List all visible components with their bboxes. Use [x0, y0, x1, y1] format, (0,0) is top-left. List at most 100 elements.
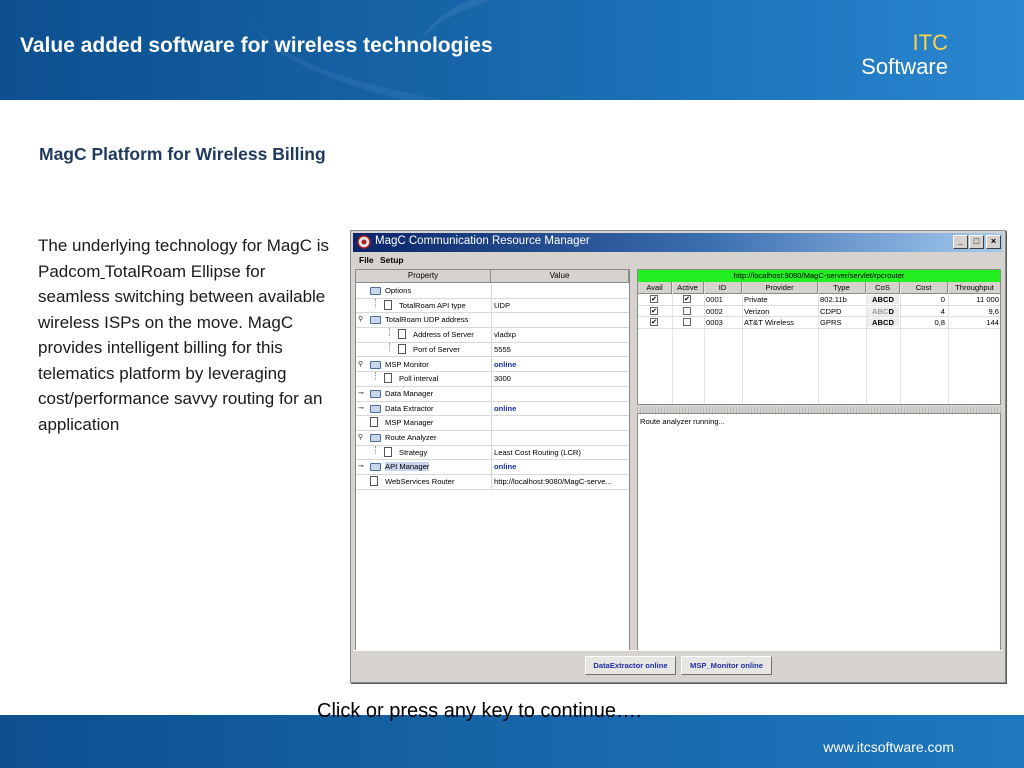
menu-file[interactable]: File — [359, 255, 374, 265]
property-row[interactable]: ⚲ Route Analyzer — [356, 431, 629, 446]
property-name-text: Data Manager — [385, 388, 434, 398]
avail-checkbox[interactable]: ✔ — [650, 295, 658, 303]
route-row[interactable]: ✔ ✔ 0001 Private 802.11b 0 11 000 ABCD — [638, 294, 1000, 306]
route-id: 0002 — [706, 306, 723, 316]
route-provider: Private — [744, 295, 768, 304]
column-header-provider[interactable]: Provider — [742, 282, 818, 294]
column-separator — [491, 460, 492, 475]
property-name-text: WebServices Router — [385, 477, 455, 487]
active-checkbox[interactable] — [683, 306, 691, 315]
property-value[interactable]: 3000 — [494, 374, 627, 383]
route-cost: 0 — [940, 295, 945, 304]
column-header-type[interactable]: Type — [818, 282, 866, 294]
column-separator — [491, 298, 492, 313]
column-separator — [491, 416, 492, 430]
avail-checkbox[interactable]: ✔ — [650, 318, 658, 326]
active-checkbox[interactable] — [683, 318, 691, 326]
property-name-text: MSP Manager — [385, 418, 434, 428]
folder-icon — [370, 316, 381, 325]
expand-handle-icon[interactable]: ⚲ — [358, 361, 366, 369]
property-name: Options — [385, 286, 411, 295]
maximize-button[interactable]: □ — [969, 235, 984, 249]
property-row[interactable]: Address of Server vladxp — [356, 328, 629, 343]
property-value[interactable]: online — [494, 360, 627, 369]
property-value[interactable]: online — [494, 404, 627, 413]
column-separator — [491, 328, 492, 342]
column-header-property[interactable]: Property — [356, 270, 491, 283]
tree-connector — [375, 298, 376, 307]
window-title: MagC Communication Resource Manager — [375, 235, 590, 247]
property-row[interactable]: Poll interval 3000 — [356, 372, 629, 387]
property-tree-table: Property Value Options TotalRoam API type… — [355, 269, 630, 651]
route-id: 0001 — [706, 295, 723, 304]
property-name: Strategy — [399, 448, 427, 457]
property-value[interactable]: 5555 — [494, 345, 627, 354]
property-name: Poll interval — [399, 374, 438, 383]
slide[interactable]: Value added software for wireless techno… — [0, 0, 1024, 768]
property-row[interactable]: Strategy Least Cost Routing (LCR) — [356, 445, 629, 461]
document-icon — [384, 446, 392, 457]
document-icon — [384, 299, 392, 310]
column-separator — [491, 313, 492, 328]
column-header-avail[interactable]: Avail — [638, 282, 672, 294]
column-header-throughput[interactable]: Throughput — [948, 282, 1000, 294]
expand-handle-icon[interactable]: ⚲ — [358, 434, 366, 442]
property-name-text: Data Extractor — [385, 403, 434, 413]
continue-prompt[interactable]: Click or press any key to continue…. — [317, 700, 642, 723]
property-row[interactable]: ⚲ TotalRoam UDP address — [356, 313, 629, 329]
folder-icon — [370, 360, 381, 369]
property-row[interactable]: Port of Server 5555 — [356, 342, 629, 358]
property-value[interactable]: Least Cost Routing (LCR) — [494, 448, 627, 457]
footer-url[interactable]: www.itcsoftware.com — [823, 739, 954, 755]
avail-checkbox[interactable]: ✔ — [650, 306, 658, 315]
property-row[interactable]: Options — [356, 284, 629, 299]
msp-monitor-status-button[interactable]: MSP_Monitor online — [681, 656, 772, 675]
route-cost: 0,8 — [934, 318, 945, 327]
document-icon — [398, 329, 406, 340]
route-type: GPRS — [820, 318, 842, 327]
property-value[interactable]: vladxp — [494, 330, 627, 339]
collapse-handle-icon[interactable]: ⊸ — [358, 463, 366, 471]
column-header-cost[interactable]: Cost — [900, 282, 948, 294]
tree-connector — [389, 328, 390, 337]
property-name: TotalRoam API type — [399, 301, 466, 310]
route-throughput: 144 — [986, 318, 999, 327]
property-name: API Manager — [385, 462, 430, 472]
property-name: MSP Manager — [385, 418, 433, 427]
tree-connector — [375, 372, 376, 381]
column-header-active[interactable]: Active — [672, 282, 704, 294]
route-throughput: 11 000 — [976, 295, 999, 304]
menu-setup[interactable]: Setup — [380, 255, 404, 265]
minimize-button[interactable]: _ — [953, 235, 968, 249]
route-row[interactable]: ✔ 0003 AT&T Wireless GPRS 0,8 144 ABCD — [638, 317, 1000, 329]
property-row[interactable]: ⊸ Data Extractor online — [356, 401, 629, 417]
routes-table: http://localhost:9080/MagC-server/servle… — [637, 269, 1001, 405]
slide-subtitle: MagC Platform for Wireless Billing — [39, 144, 326, 164]
route-row[interactable]: ✔ 0002 Verizon CDPD 4 9,6 ABCD — [638, 306, 1000, 317]
expand-handle-icon[interactable]: ⚲ — [358, 316, 366, 324]
property-value[interactable]: http://localhost:9080/MagC-serve... — [494, 477, 627, 486]
cos-dimmed-text: ABC — [872, 306, 889, 316]
property-name: Data Manager — [385, 389, 433, 398]
column-header-value[interactable]: Value — [491, 270, 629, 283]
column-header-cos[interactable]: CoS — [866, 282, 900, 294]
column-header-id[interactable]: ID — [704, 282, 742, 294]
close-button[interactable]: × — [986, 235, 1001, 249]
collapse-handle-icon[interactable]: ⊸ — [358, 405, 366, 413]
property-value[interactable]: online — [494, 462, 627, 471]
column-separator — [491, 401, 492, 416]
window-titlebar[interactable]: MagC Communication Resource Manager _ □ … — [353, 233, 1003, 252]
property-row[interactable]: ⊸ Data Manager — [356, 386, 629, 402]
collapse-handle-icon[interactable]: ⊸ — [358, 390, 366, 398]
property-name-text: Poll interval — [399, 374, 439, 384]
property-row[interactable]: WebServices Router http://localhost:9080/… — [356, 475, 629, 490]
folder-icon — [370, 287, 381, 295]
data-extractor-status-button[interactable]: DataExtractor online — [585, 656, 676, 675]
active-checkbox[interactable]: ✔ — [683, 295, 691, 303]
property-value[interactable]: UDP — [494, 301, 627, 310]
property-row[interactable]: ⚲ MSP Monitor online — [356, 357, 629, 373]
property-row[interactable]: TotalRoam API type UDP — [356, 298, 629, 314]
property-row[interactable]: MSP Manager — [356, 416, 629, 431]
property-row[interactable]: ⊸ API Manager online — [356, 460, 629, 476]
column-separator — [491, 445, 492, 460]
